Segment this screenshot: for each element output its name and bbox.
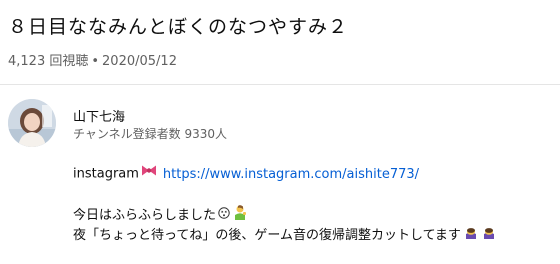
channel-avatar[interactable] — [8, 99, 56, 147]
description-text-3: 夜「ちょっと待ってね」の後、ゲーム音の復帰調整カットしてます — [73, 228, 461, 243]
person-bowing-icon — [481, 224, 497, 247]
channel-name[interactable]: 山下七海 — [73, 106, 125, 125]
video-description: instagram https://www.instagram.com/aishi… — [73, 164, 497, 244]
upload-date: 2020/05/12 — [102, 54, 177, 69]
avatar-image — [8, 99, 56, 147]
view-count: 4,123 回視聴 — [8, 54, 89, 69]
description-line-2: 今日はふらふらしました — [73, 204, 497, 224]
ribbon-icon — [141, 164, 157, 184]
description-text-2: 今日はふらふらしました — [73, 208, 217, 223]
meta-separator: • — [91, 54, 100, 69]
subscriber-count: チャンネル登録者数 9330人 — [73, 127, 227, 141]
video-title: ８日目ななみんとぼくのなつやすみ２ — [8, 16, 349, 38]
section-divider — [0, 84, 560, 85]
video-details-panel: ８日目ななみんとぼくのなつやすみ２ 4,123 回視聴 • 2020/05/12 山… — [0, 0, 560, 264]
description-line-3: 夜「ちょっと待ってね」の後、ゲーム音の復帰調整カットしてます — [73, 224, 497, 244]
dizzy-face-icon — [218, 206, 230, 226]
description-line-instagram: instagram https://www.instagram.com/aishi… — [73, 164, 497, 184]
instagram-label: instagram — [73, 166, 139, 182]
person-bowing-icon — [463, 224, 479, 247]
description-blank-line — [73, 184, 497, 204]
instagram-link[interactable]: https://www.instagram.com/aishite773/ — [163, 167, 419, 182]
video-meta: 4,123 回視聴 • 2020/05/12 — [8, 50, 177, 69]
